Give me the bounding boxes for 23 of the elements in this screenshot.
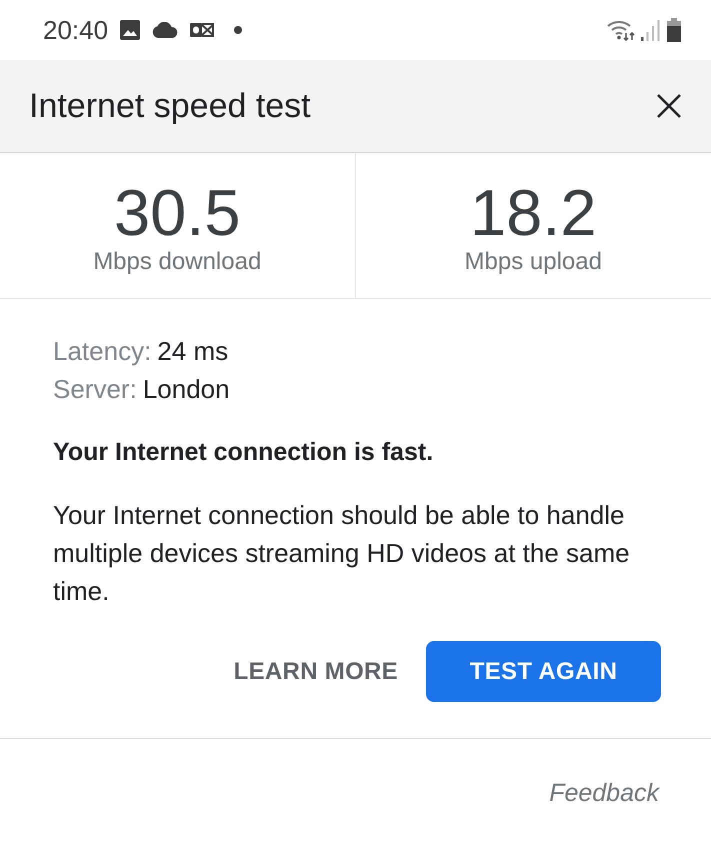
mail-icon — [190, 20, 214, 40]
speed-value: 18.2 — [470, 178, 596, 246]
feedback-link[interactable]: Feedback — [549, 775, 659, 812]
close-icon — [656, 93, 682, 119]
battery-icon — [667, 18, 681, 42]
signal-icon — [641, 19, 661, 41]
detail-label: Server: — [53, 373, 137, 406]
dot-icon — [234, 26, 242, 34]
speed-unit-label: Mbps upload — [464, 246, 602, 276]
connection-verdict: Your Internet connection is fast. — [53, 437, 434, 468]
dialog-title: Internet speed test — [29, 86, 311, 126]
image-icon — [120, 20, 140, 40]
detail-value: London — [142, 373, 230, 406]
speed-unit-label: Mbps download — [93, 246, 262, 276]
speed-value: 30.5 — [114, 178, 240, 246]
connection-description: Your Internet connection should be able to handle multiple devices streaming HD videos at the same time. — [53, 499, 631, 608]
detail-value: 24 ms — [157, 335, 228, 368]
test-again-button[interactable]: TEST AGAIN — [426, 641, 661, 702]
learn-more-button[interactable]: LEARN MORE — [218, 641, 414, 702]
clock-time: 20:40 — [43, 17, 108, 43]
wifi-icon — [607, 19, 635, 41]
detail-label: Latency: — [53, 335, 152, 368]
cloud-icon — [152, 22, 178, 38]
